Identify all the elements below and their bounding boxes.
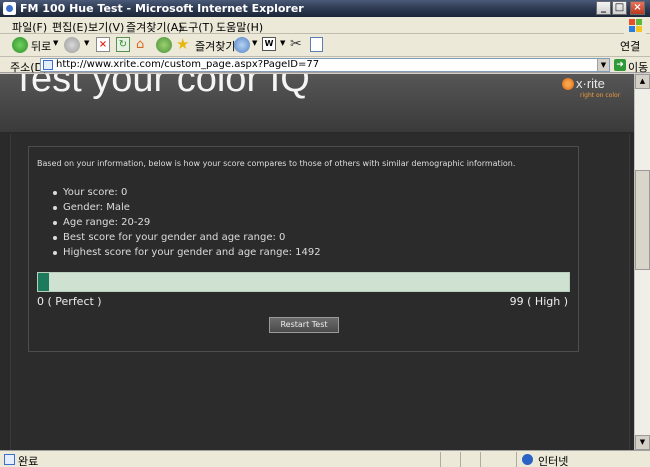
window-title-bar: FM 100 Hue Test - Microsoft Internet Exp… — [0, 0, 650, 17]
refresh-icon[interactable]: ↻ — [116, 37, 130, 52]
scale-max-label: 99 ( High ) — [509, 295, 568, 308]
stat-your-score: Your score: 0 — [53, 185, 321, 200]
status-divider — [480, 452, 481, 467]
address-input[interactable]: http://www.xrite.com/custom_page.aspx?Pa… — [40, 58, 610, 72]
zone-text: 인터넷 — [538, 455, 569, 467]
search-icon[interactable] — [156, 37, 172, 53]
ie-app-icon — [3, 2, 16, 15]
page-viewport: Test your color IQ x·rite right on color… — [0, 74, 634, 450]
xrite-logo[interactable]: x·rite right on color — [562, 76, 632, 103]
stat-age-range: Age range: 20-29 — [53, 215, 321, 230]
xrite-brand: x·rite — [576, 76, 605, 91]
menu-help[interactable]: 도움말(H) — [216, 19, 263, 35]
address-dropdown-icon[interactable]: ▼ — [597, 59, 609, 71]
toolbar: 뒤로 ▼ ▼ × ↻ ⌂ ★ 즐겨찾기 ▼ W ▼ ✂ 연결 — [0, 34, 650, 57]
address-bar: 주소(D) http://www.xrite.com/custom_page.a… — [0, 57, 650, 75]
cut-icon[interactable]: ✂ — [290, 37, 304, 54]
xrite-logo-mark-icon — [562, 78, 574, 90]
menu-edit[interactable]: 편집(E) — [52, 19, 88, 35]
page-title: Test your color IQ — [12, 74, 310, 100]
vertical-scrollbar[interactable]: ▲ ▼ — [634, 74, 650, 450]
maximize-button[interactable]: □ — [612, 1, 627, 15]
edit-dropdown-icon[interactable]: ▼ — [280, 39, 285, 47]
edit-icon[interactable]: W — [262, 37, 276, 51]
status-text: 완료 — [18, 455, 39, 467]
stop-icon[interactable]: × — [96, 37, 110, 52]
go-button[interactable]: 이동 — [628, 59, 648, 75]
menu-bar: 파일(F) 편집(E) 보기(V) 즐겨찾기(A) 도구(T) 도움말(H) — [0, 17, 650, 34]
page-header: Test your color IQ x·rite right on color — [0, 74, 634, 132]
page-icon — [43, 60, 53, 70]
forward-arrow-icon[interactable] — [64, 37, 80, 53]
favorites-label[interactable]: 즐겨찾기 — [195, 38, 235, 54]
close-button[interactable]: × — [630, 1, 645, 15]
scroll-thumb[interactable] — [635, 170, 650, 270]
back-arrow-icon[interactable] — [12, 37, 28, 53]
go-arrow-icon[interactable]: ➜ — [614, 59, 626, 71]
minimize-button[interactable]: _ — [596, 1, 611, 15]
menu-file[interactable]: 파일(F) — [12, 19, 47, 35]
media-icon[interactable] — [234, 37, 250, 53]
internet-zone-icon — [522, 454, 533, 465]
back-dropdown-icon[interactable]: ▼ — [53, 39, 58, 47]
scale-min-label: 0 ( Perfect ) — [37, 295, 102, 308]
stat-gender: Gender: Male — [53, 200, 321, 215]
copy-icon[interactable] — [310, 37, 323, 52]
stat-highest-score: Highest score for your gender and age ra… — [53, 245, 321, 260]
score-stats-list: Your score: 0 Gender: Male Age range: 20… — [53, 185, 321, 260]
status-bar: 완료 인터넷 — [0, 450, 650, 467]
scroll-up-arrow-icon[interactable]: ▲ — [635, 74, 650, 89]
results-box: Based on your information, below is how … — [28, 146, 579, 352]
restart-test-button[interactable]: Restart Test — [269, 317, 339, 333]
back-label[interactable]: 뒤로 — [31, 38, 51, 54]
page-status-icon — [4, 454, 15, 465]
address-url[interactable]: http://www.xrite.com/custom_page.aspx?Pa… — [56, 59, 319, 70]
menu-view[interactable]: 보기(V) — [88, 19, 124, 35]
menu-tools[interactable]: 도구(T) — [178, 19, 214, 35]
results-intro: Based on your information, below is how … — [37, 159, 516, 168]
status-divider — [516, 452, 517, 467]
window-title: FM 100 Hue Test - Microsoft Internet Exp… — [20, 2, 304, 15]
stat-best-score: Best score for your gender and age range… — [53, 230, 321, 245]
links-label[interactable]: 연결 — [620, 38, 640, 54]
xrite-tagline: right on color — [580, 92, 621, 99]
score-bar — [37, 272, 570, 292]
menu-favorites[interactable]: 즐겨찾기(A) — [126, 19, 183, 35]
media-dropdown-icon[interactable]: ▼ — [252, 39, 257, 47]
score-bar-marker — [38, 273, 49, 291]
home-icon[interactable]: ⌂ — [136, 37, 152, 52]
windows-logo-icon — [624, 17, 646, 34]
favorites-star-icon[interactable]: ★ — [176, 37, 192, 54]
status-divider — [460, 452, 461, 467]
status-divider — [440, 452, 441, 467]
scroll-down-arrow-icon[interactable]: ▼ — [635, 435, 650, 450]
forward-dropdown-icon[interactable]: ▼ — [84, 39, 89, 47]
